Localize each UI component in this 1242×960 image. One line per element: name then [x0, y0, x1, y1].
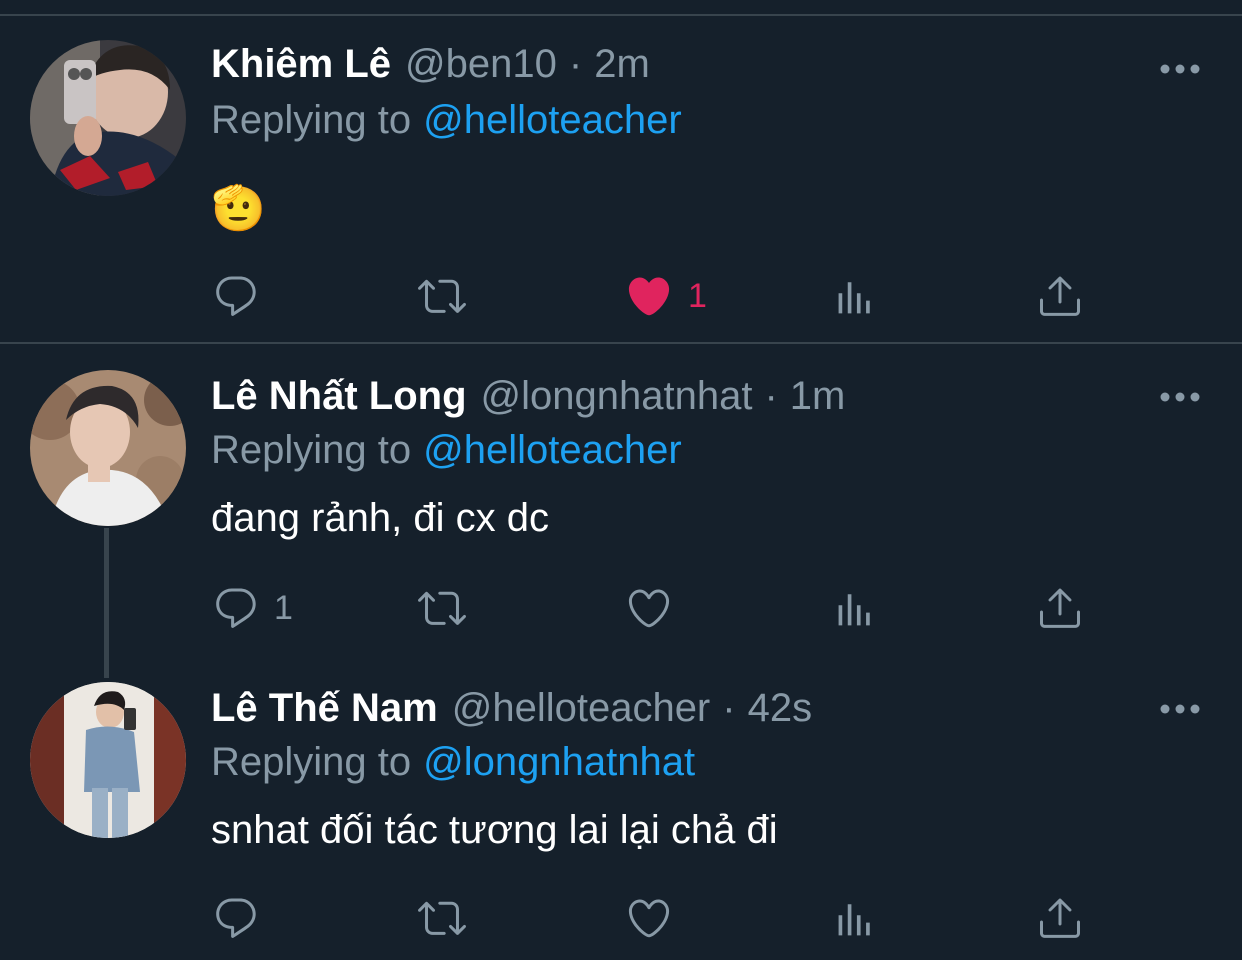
user-handle[interactable]: @longnhatnhat	[481, 374, 753, 419]
retweet-button[interactable]	[414, 268, 470, 324]
reply-icon	[216, 276, 256, 316]
more-dots-icon[interactable]	[1160, 702, 1200, 714]
retweet-button[interactable]	[414, 890, 470, 946]
share-icon	[1040, 588, 1080, 628]
timestamp[interactable]: 42s	[748, 686, 813, 731]
replying-to: Replying to @helloteacher	[211, 98, 682, 143]
retweet-button[interactable]	[414, 580, 470, 636]
heart-icon	[628, 589, 670, 628]
replying-label: Replying to	[211, 428, 412, 472]
heart-icon	[628, 277, 670, 316]
analytics-icon	[838, 594, 870, 626]
separator-dot: ·	[722, 686, 736, 730]
analytics-icon	[838, 904, 870, 936]
tweet[interactable]: Khiêm Lê @ben10 · 2m Replying to @hellote…	[0, 16, 1242, 342]
retweet-icon	[418, 901, 466, 935]
tweet-header: Lê Nhất Long @longnhatnhat · 1m	[211, 374, 845, 424]
retweet-icon	[418, 279, 466, 313]
tweet[interactable]: Lê Nhất Long @longnhatnhat · 1m Replying…	[0, 344, 1242, 656]
replying-to: Replying to @longnhatnhat	[211, 740, 695, 785]
separator-dot: ·	[568, 42, 583, 86]
share-icon	[1040, 276, 1080, 316]
timestamp[interactable]: 2m	[594, 42, 650, 87]
mention-link[interactable]: @helloteacher	[423, 98, 682, 142]
mention-link[interactable]: @helloteacher	[423, 428, 682, 472]
avatar[interactable]	[30, 40, 186, 196]
display-name[interactable]: Lê Thế Nam	[211, 686, 438, 731]
like-button[interactable]: 1	[624, 268, 707, 324]
like-count: 1	[688, 276, 707, 315]
share-icon	[1040, 898, 1080, 938]
tweet-actions: 1	[0, 268, 1242, 324]
reply-icon	[216, 588, 256, 628]
more-dots-icon[interactable]	[1160, 390, 1200, 402]
retweet-icon	[418, 591, 466, 625]
tweet-actions	[0, 890, 1242, 946]
analytics-button[interactable]	[834, 890, 878, 946]
tweet[interactable]: Lê Thế Nam @helloteacher · 42s Replying …	[0, 656, 1242, 960]
user-handle[interactable]: @helloteacher	[452, 686, 711, 731]
analytics-button[interactable]	[834, 268, 878, 324]
heart-icon	[628, 899, 670, 938]
reply-button[interactable]	[212, 890, 274, 946]
display-name[interactable]: Khiêm Lê	[211, 42, 391, 87]
tweet-text: đang rảnh, đi cx dc	[211, 496, 549, 540]
reply-button[interactable]: 1	[212, 580, 293, 636]
like-button[interactable]	[624, 890, 688, 946]
analytics-button[interactable]	[834, 580, 878, 636]
tweet-header: Khiêm Lê @ben10 · 2m	[211, 42, 650, 92]
timestamp[interactable]: 1m	[790, 374, 846, 419]
reply-button[interactable]	[212, 268, 274, 324]
like-button[interactable]	[624, 580, 688, 636]
mention-link[interactable]: @longnhatnhat	[423, 740, 695, 784]
reply-count: 1	[274, 588, 293, 627]
user-handle[interactable]: @ben10	[405, 42, 557, 87]
replying-to: Replying to @helloteacher	[211, 428, 682, 473]
more-dots-icon[interactable]	[1160, 62, 1200, 74]
avatar[interactable]	[30, 370, 186, 526]
tweet-header: Lê Thế Nam @helloteacher · 42s	[211, 686, 812, 736]
tweet-text: 🫡	[211, 184, 266, 233]
display-name[interactable]: Lê Nhất Long	[211, 374, 467, 419]
replying-label: Replying to	[211, 740, 412, 784]
analytics-icon	[838, 282, 870, 314]
tweet-actions: 1	[0, 580, 1242, 636]
avatar[interactable]	[30, 682, 186, 838]
tweet-text: snhat đối tác tương lai lại chả đi	[211, 808, 778, 852]
replying-label: Replying to	[211, 98, 412, 142]
share-button[interactable]	[1036, 580, 1084, 636]
share-button[interactable]	[1036, 890, 1084, 946]
separator-dot: ·	[764, 374, 778, 418]
reply-icon	[216, 898, 256, 938]
share-button[interactable]	[1036, 268, 1084, 324]
